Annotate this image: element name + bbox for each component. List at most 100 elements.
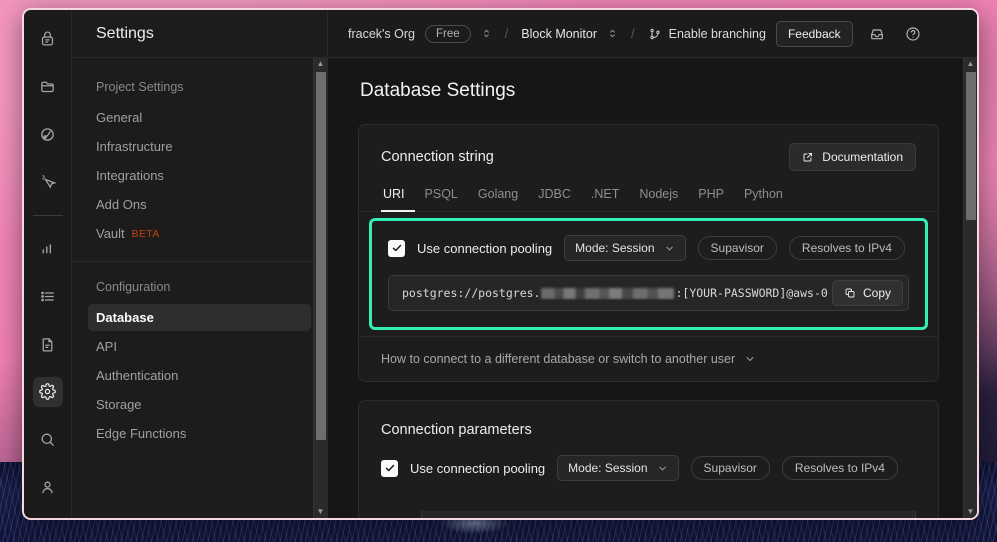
nav-item-label: Authentication — [96, 368, 179, 383]
content-scroll-region: Database Settings Connection string Docu… — [328, 58, 977, 518]
account-avatar-icon[interactable] — [33, 472, 63, 502]
sidebar-item-infrastructure[interactable]: Infrastructure — [88, 133, 311, 160]
search-icon[interactable] — [33, 425, 63, 455]
api-docs-icon[interactable] — [33, 329, 63, 359]
branch-icon — [650, 28, 660, 39]
tab-nodejs[interactable]: Nodejs — [629, 183, 688, 212]
sidebar-item-api[interactable]: API — [88, 333, 311, 360]
nav-item-label: Infrastructure — [96, 139, 173, 154]
nav-item-label: Database — [96, 310, 154, 325]
nav-divider — [72, 261, 327, 262]
sidebar-item-storage[interactable]: Storage — [88, 391, 311, 418]
connection-string-field[interactable]: postgres://postgres. :[YOUR-PASSWORD]@aw… — [388, 275, 909, 311]
lock-icon[interactable] — [33, 24, 63, 54]
nav-item-label: Vault — [96, 226, 125, 241]
nav-group-configuration: Configuration Database API Authenticatio… — [88, 280, 311, 447]
tab-golang[interactable]: Golang — [468, 183, 528, 212]
rail-divider — [32, 214, 63, 216]
tab-psql[interactable]: PSQL — [415, 183, 468, 212]
how-to-connect-accordion[interactable]: How to connect to a different database o… — [359, 336, 938, 381]
org-chevron-updown-icon[interactable] — [481, 28, 492, 39]
scroll-up-arrow-icon[interactable]: ▲ — [964, 58, 977, 70]
pooling-mode-value: Mode: Session — [575, 241, 655, 255]
settings-icon[interactable] — [32, 376, 63, 407]
host-label: Host — [381, 517, 407, 518]
sidebar-item-edge-functions[interactable]: Edge Functions — [88, 420, 311, 447]
realtime-icon[interactable] — [33, 167, 63, 197]
connection-string-value: postgres://postgres. :[YOUR-PASSWORD]@aw… — [389, 286, 832, 300]
copy-icon — [845, 288, 855, 298]
redacted-project-ref — [541, 287, 675, 299]
scroll-down-arrow-icon[interactable]: ▼ — [314, 506, 327, 518]
connection-parameters-header: Connection parameters — [359, 401, 938, 455]
connection-string-tabs: URI PSQL Golang JDBC .NET Nodejs PHP Pyt… — [359, 171, 938, 212]
enable-branching-button[interactable]: Enable branching — [648, 27, 766, 41]
pooling-mode-select[interactable]: Mode: Session — [557, 455, 679, 481]
feedback-button[interactable]: Feedback — [775, 20, 853, 47]
chevron-down-icon — [665, 246, 673, 250]
connection-string-prefix: postgres://postgres. — [402, 286, 541, 300]
help-circle-icon[interactable] — [905, 26, 921, 42]
resolves-to-ipv4-badge: Resolves to IPv4 — [781, 456, 898, 480]
connection-string-title: Connection string — [381, 149, 494, 165]
project-chevron-updown-icon[interactable] — [607, 28, 618, 39]
supavisor-badge: Supavisor — [690, 456, 770, 480]
pooling-options-row: Use connection pooling Mode: Session Sup… — [388, 235, 909, 261]
how-to-connect-label: How to connect to a different database o… — [381, 352, 736, 366]
scrollbar-thumb[interactable] — [316, 72, 326, 440]
chevron-down-icon — [658, 466, 666, 470]
connection-parameters-title: Connection parameters — [381, 422, 532, 438]
use-connection-pooling-label: Use connection pooling — [410, 460, 546, 476]
host-row-cut-off: Host — [359, 511, 938, 518]
check-icon — [385, 464, 394, 472]
org-name[interactable]: fracek's Org — [348, 27, 415, 41]
nav-item-label: General — [96, 110, 143, 125]
tab-jdbc[interactable]: JDBC — [528, 183, 581, 212]
sidebar-item-add-ons[interactable]: Add Ons — [88, 191, 311, 218]
sidebar-scrollbar[interactable]: ▲ ▼ — [313, 58, 327, 518]
reports-icon[interactable] — [33, 234, 63, 264]
connection-parameters-pooling-block: Use connection pooling Mode: Session Sup… — [359, 455, 938, 511]
desktop-background: Settings Project Settings General Infras… — [0, 0, 997, 542]
edge-functions-icon[interactable] — [33, 119, 63, 149]
enable-branching-label: Enable branching — [668, 26, 766, 41]
main-area: fracek's Org Free / Block Monitor / Enab… — [328, 10, 977, 518]
supavisor-badge: Supavisor — [697, 236, 777, 260]
tab-dotnet[interactable]: .NET — [581, 183, 629, 212]
plan-badge[interactable]: Free — [425, 24, 471, 43]
sidebar-item-authentication[interactable]: Authentication — [88, 362, 311, 389]
sidebar-item-vault[interactable]: Vault BETA — [88, 220, 311, 247]
copy-button[interactable]: Copy — [831, 280, 903, 306]
topbar: fracek's Org Free / Block Monitor / Enab… — [328, 10, 977, 58]
settings-header: Settings — [72, 10, 327, 58]
pooling-mode-select[interactable]: Mode: Session — [564, 235, 686, 261]
inbox-icon[interactable] — [869, 26, 885, 42]
settings-sidebar: Settings Project Settings General Infras… — [72, 10, 328, 518]
scrollbar-thumb[interactable] — [966, 72, 976, 220]
nav-group-project-settings: Project Settings General Infrastructure … — [88, 80, 311, 247]
project-name[interactable]: Block Monitor — [521, 27, 597, 41]
use-connection-pooling-label: Use connection pooling — [417, 240, 553, 256]
nav-item-label: Storage — [96, 397, 142, 412]
logs-icon[interactable] — [33, 282, 63, 312]
use-connection-pooling-checkbox[interactable] — [388, 239, 405, 257]
connection-parameters-card: Connection parameters Use connection poo… — [358, 400, 939, 518]
use-connection-pooling-checkbox[interactable] — [381, 459, 398, 477]
scroll-down-arrow-icon[interactable]: ▼ — [964, 506, 977, 518]
main-scrollbar[interactable]: ▲ ▼ — [963, 58, 977, 518]
sidebar-item-database[interactable]: Database — [88, 304, 311, 331]
sidebar-item-integrations[interactable]: Integrations — [88, 162, 311, 189]
icon-rail — [24, 10, 72, 518]
connection-string-card: Connection string Documentation URI PSQL… — [358, 124, 939, 382]
tab-python[interactable]: Python — [734, 183, 793, 212]
folder-icon[interactable] — [33, 72, 63, 102]
nav-group-label: Project Settings — [96, 80, 184, 94]
breadcrumb-separator-2: / — [631, 26, 635, 41]
host-field[interactable] — [420, 511, 916, 518]
sidebar-item-general[interactable]: General — [88, 104, 311, 131]
tab-php[interactable]: PHP — [688, 183, 734, 212]
documentation-label: Documentation — [822, 150, 903, 164]
tab-uri[interactable]: URI — [381, 183, 415, 212]
scroll-up-arrow-icon[interactable]: ▲ — [314, 58, 327, 70]
documentation-button[interactable]: Documentation — [789, 143, 916, 171]
